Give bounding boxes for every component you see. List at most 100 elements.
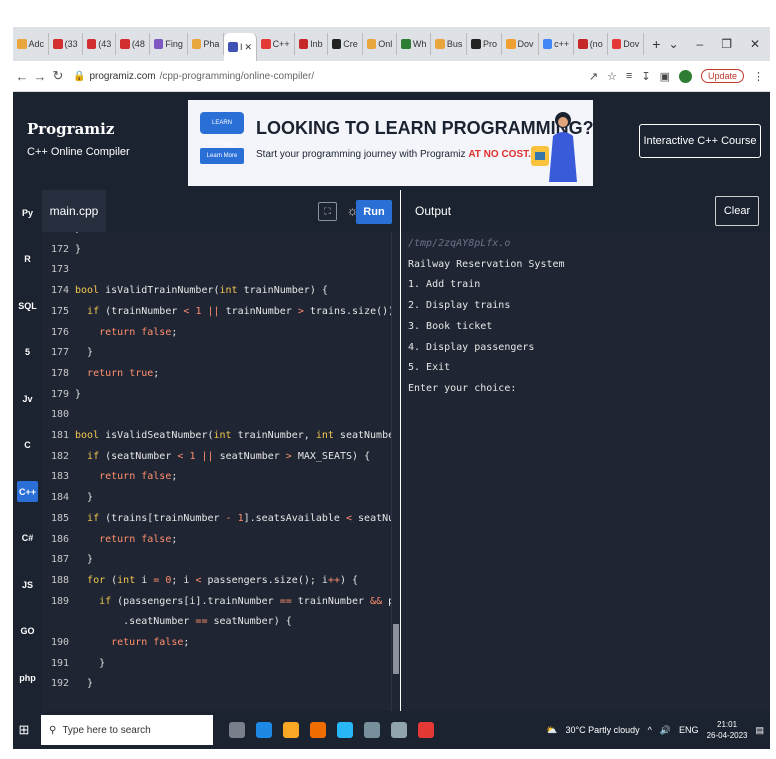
output-line: Enter your choice:	[408, 382, 523, 394]
code-line[interactable]: 175 if (trainNumber < 1 || trainNumber >…	[42, 302, 394, 322]
language-r-icon[interactable]: R	[17, 249, 38, 270]
taskbar-app-icon[interactable]	[256, 722, 272, 738]
language-java-icon[interactable]: Jv	[17, 388, 38, 409]
browser-tab[interactable]: I ✕	[224, 33, 258, 61]
fullscreen-icon[interactable]: ⛶	[318, 202, 337, 221]
menu-kebab-icon[interactable]: ⋮	[753, 70, 764, 83]
browser-tab[interactable]: (no	[574, 33, 608, 55]
weather-text[interactable]: 30°C Partly cloudy	[565, 725, 639, 735]
browser-tab[interactable]: Pro	[467, 33, 502, 55]
browser-tab[interactable]: c++	[539, 33, 575, 55]
code-line[interactable]: 179}	[42, 385, 392, 405]
restore-icon[interactable]: ❐	[721, 37, 732, 51]
browser-tab[interactable]: (48	[116, 33, 150, 55]
language-csharp-icon[interactable]: C#	[17, 528, 38, 549]
output-console[interactable]: /tmp/2zqAY8pLfx.o Railway Reservation Sys…	[401, 232, 770, 711]
browser-tab[interactable]: (33	[49, 33, 83, 55]
new-tab-button[interactable]: +	[644, 36, 668, 52]
language-c-icon[interactable]: C	[17, 435, 38, 456]
browser-tab[interactable]: C++	[257, 33, 295, 55]
reading-list-icon[interactable]: ≡	[626, 70, 632, 82]
code-line[interactable]: 185 if (trains[trainNumber - 1].seatsAva…	[42, 509, 400, 529]
share-icon[interactable]: ↗	[589, 70, 598, 83]
browser-tab[interactable]: Pha	[188, 33, 225, 55]
file-tab-main-cpp[interactable]: main.cpp	[42, 190, 106, 232]
interactive-course-button[interactable]: Interactive C++ Course	[639, 124, 761, 158]
editor-scrollbar[interactable]	[391, 232, 400, 711]
language-php-icon[interactable]: php	[17, 667, 38, 688]
bookmark-star-icon[interactable]: ☆	[607, 70, 617, 83]
language-html-icon[interactable]: 5	[17, 342, 38, 363]
ad-banner[interactable]: LEARN PYTHON Learn More LOOKING TO LEARN…	[188, 100, 594, 186]
run-button[interactable]: Run	[356, 200, 392, 224]
code-line[interactable]: 177 }	[42, 343, 392, 363]
banner-learn-more-button[interactable]: Learn More	[200, 148, 244, 164]
taskbar-app-icon[interactable]	[337, 722, 353, 738]
back-icon[interactable]: ←	[13, 69, 31, 84]
language-javascript-icon[interactable]: JS	[17, 574, 38, 595]
close-window-icon[interactable]: ✕	[750, 37, 760, 51]
taskbar-search-box[interactable]: ⚲ Type here to search	[41, 715, 213, 745]
code-line[interactable]: 172}	[42, 240, 392, 260]
taskbar-clock[interactable]: 21:01 26-04-2023	[707, 719, 748, 741]
code-line[interactable]: 180	[42, 405, 392, 425]
code-line[interactable]: 186 return false;	[42, 530, 392, 550]
code-line[interactable]: 182 if (seatNumber < 1 || seatNumber > M…	[42, 447, 392, 467]
code-line[interactable]: 178 return true;	[42, 364, 392, 384]
download-icon[interactable]: ↧	[641, 70, 650, 83]
browser-tab[interactable]: Onl	[363, 33, 398, 55]
code-line[interactable]: .seatNumber == seatNumber) {	[42, 612, 392, 632]
language-cpp-icon[interactable]: C++	[17, 481, 38, 502]
code-line[interactable]: 190 return false;	[42, 633, 392, 653]
code-line[interactable]: 184 }	[42, 488, 392, 508]
reload-icon[interactable]: ↻	[49, 68, 67, 84]
language-indicator[interactable]: ENG	[679, 725, 699, 735]
update-button[interactable]: Update	[700, 69, 744, 83]
taskbar-app-icon[interactable]	[391, 722, 407, 738]
language-python-icon[interactable]: Py	[17, 202, 38, 223]
code-text: bool isValidSeatNumber(int trainNumber, …	[75, 430, 400, 441]
windows-start-icon[interactable]: ⊞	[13, 722, 35, 738]
code-line[interactable]: 188 for (int i = 0; i < passengers.size(…	[42, 571, 392, 591]
browser-tab[interactable]: Cre	[328, 33, 363, 55]
browser-tab[interactable]: Bus	[431, 33, 468, 55]
programiz-logo[interactable]: Programiz	[27, 120, 114, 138]
editor-scrollbar-thumb[interactable]	[393, 624, 399, 674]
code-line[interactable]: 189 if (passengers[i].trainNumber == tra…	[42, 592, 400, 612]
code-line[interactable]: 176 return false;	[42, 323, 392, 343]
clear-button[interactable]: Clear	[715, 196, 759, 226]
browser-tab[interactable]: Fing	[150, 33, 188, 55]
profile-avatar[interactable]	[678, 69, 692, 83]
language-sql-icon[interactable]: SQL	[17, 295, 38, 316]
volume-icon[interactable]: 🔊	[660, 725, 671, 736]
language-go-icon[interactable]: GO	[17, 621, 38, 642]
code-line[interactable]: 171}	[42, 232, 392, 239]
code-line[interactable]: 191 }	[42, 654, 392, 674]
taskbar-app-icon[interactable]	[283, 722, 299, 738]
code-line[interactable]: 174 bool isValidTrainNumber(int trainNumb…	[42, 281, 392, 301]
code-line[interactable]: 192 }	[42, 674, 392, 694]
code-line[interactable]: 181 bool isValidSeatNumber(int trainNumbe…	[42, 426, 400, 446]
taskbar-app-icon[interactable]	[310, 722, 326, 738]
tray-chevron-icon[interactable]: ^	[648, 725, 652, 735]
tab-search-icon[interactable]: ⌄	[668, 37, 678, 51]
taskbar-app-icon[interactable]	[418, 722, 434, 738]
code-line[interactable]: 187 }	[42, 550, 392, 570]
browser-tab[interactable]: Dov	[502, 33, 539, 55]
notification-icon[interactable]: ▤	[755, 725, 764, 736]
code-line[interactable]: 183 return false;	[42, 467, 392, 487]
url-field[interactable]: 🔒 programiz.com/cpp-programming/online-c…	[73, 71, 314, 82]
side-panel-icon[interactable]: ▣	[660, 70, 670, 83]
code-editor[interactable]: 171}172}173174bool isValidTrainNumber(in…	[42, 232, 400, 711]
browser-tab[interactable]: Inb	[295, 33, 328, 55]
browser-tab[interactable]: (43	[83, 33, 117, 55]
forward-icon[interactable]: →	[31, 69, 49, 84]
browser-tab[interactable]: Wh	[397, 33, 432, 55]
browser-tab[interactable]: Dov	[608, 33, 645, 55]
code-line[interactable]: 173	[42, 260, 392, 280]
close-tab-icon[interactable]: ✕	[245, 42, 253, 53]
browser-tab[interactable]: Adc	[13, 33, 50, 55]
taskbar-app-icon[interactable]	[229, 722, 245, 738]
minimize-icon[interactable]: –	[697, 37, 704, 51]
taskbar-app-icon[interactable]	[364, 722, 380, 738]
